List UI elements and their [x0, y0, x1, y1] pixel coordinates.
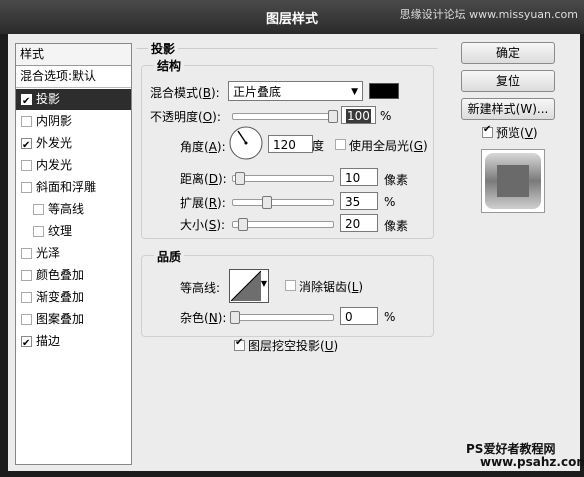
size-label: 大小(S):	[180, 218, 226, 232]
contour-checkbox[interactable]	[33, 204, 44, 215]
noise-input[interactable]: 0	[340, 307, 378, 325]
satin-checkbox[interactable]	[21, 248, 32, 259]
distance-slider[interactable]	[232, 175, 334, 182]
bevel-emboss-checkbox[interactable]	[21, 182, 32, 193]
texture-checkbox[interactable]	[33, 226, 44, 237]
distance-input[interactable]: 10	[340, 168, 378, 186]
style-item-contour[interactable]: 等高线	[16, 199, 131, 220]
angle-dial[interactable]	[229, 126, 263, 160]
style-item-outer-glow[interactable]: 外发光	[16, 133, 131, 156]
drop-shadow-checkbox[interactable]	[21, 91, 32, 112]
antialias-checkbox[interactable]	[285, 280, 296, 291]
global-light-checkbox[interactable]	[335, 139, 346, 150]
noise-slider-thumb[interactable]	[230, 311, 240, 324]
shadow-color-swatch[interactable]	[369, 83, 399, 99]
style-item-inner-glow[interactable]: 内发光	[16, 155, 131, 176]
quality-title: 品质	[154, 248, 185, 265]
styles-list: 样式 混合选项:默认 投影 内阴影 外发光 内发光 斜面和浮雕 等高线	[15, 43, 132, 465]
spread-input[interactable]: 35	[340, 192, 378, 210]
contour-label: 等高线:	[180, 281, 221, 295]
style-item-drop-shadow[interactable]: 投影	[16, 89, 131, 112]
stroke-checkbox[interactable]	[21, 333, 32, 354]
new-style-button[interactable]: 新建样式(W)...	[461, 98, 555, 120]
title-bar: 图层样式 思缘设计论坛 www.missyuan.com	[0, 0, 584, 34]
preview-label: 预览(V)	[496, 126, 538, 140]
gradient-overlay-checkbox[interactable]	[21, 292, 32, 303]
structure-title: 结构	[154, 57, 185, 74]
outer-glow-checkbox[interactable]	[21, 135, 32, 156]
preview-checkbox[interactable]	[482, 124, 493, 138]
size-input[interactable]: 20	[340, 214, 378, 232]
size-unit: 像素	[384, 219, 409, 233]
style-item-gradient-overlay[interactable]: 渐变叠加	[16, 287, 131, 308]
style-item-texture[interactable]: 纹理	[16, 221, 131, 242]
opacity-slider-thumb[interactable]	[328, 110, 338, 123]
style-item-inner-shadow[interactable]: 内阴影	[16, 111, 131, 132]
styles-header[interactable]: 样式	[16, 44, 131, 66]
pattern-overlay-checkbox[interactable]	[21, 314, 32, 325]
opacity-unit: %	[380, 109, 392, 123]
reset-button[interactable]: 复位	[461, 70, 555, 92]
distance-label: 距离(D):	[180, 172, 227, 186]
drop-shadow-title: 投影	[148, 40, 179, 57]
angle-dial-icon	[229, 126, 263, 160]
angle-label: 角度(A):	[180, 140, 226, 154]
distance-slider-thumb[interactable]	[235, 172, 245, 185]
chevron-down-icon: ▼	[260, 279, 267, 288]
opacity-input[interactable]: 100	[341, 106, 376, 124]
angle-unit: 度	[312, 139, 325, 153]
style-item-stroke[interactable]: 描边	[16, 331, 131, 354]
size-slider-thumb[interactable]	[238, 218, 248, 231]
inner-glow-checkbox[interactable]	[21, 160, 32, 171]
color-overlay-checkbox[interactable]	[21, 270, 32, 281]
opacity-label: 不透明度(O):	[150, 110, 221, 124]
contour-preview-icon	[231, 271, 261, 301]
angle-input[interactable]: 120	[268, 135, 313, 153]
style-item-color-overlay[interactable]: 颜色叠加	[16, 265, 131, 286]
blend-options-item[interactable]: 混合选项:默认	[16, 66, 131, 88]
style-item-pattern-overlay[interactable]: 图案叠加	[16, 309, 131, 330]
preview-thumbnail	[485, 153, 541, 209]
knockout-checkbox[interactable]	[234, 337, 245, 351]
blend-mode-select[interactable]: 正片叠底 ▼	[228, 81, 363, 101]
chevron-down-icon: ▼	[351, 87, 358, 97]
header-watermark: 思缘设计论坛 www.missyuan.com	[399, 8, 578, 21]
footer-watermark-line2: www.psahz.com	[480, 455, 584, 469]
noise-label: 杂色(N):	[180, 311, 227, 325]
layer-style-dialog: 样式 混合选项:默认 投影 内阴影 外发光 内发光 斜面和浮雕 等高线	[8, 34, 584, 471]
blend-mode-label: 混合模式(B):	[150, 86, 220, 100]
knockout-label: 图层挖空投影(U)	[248, 339, 339, 353]
inner-shadow-checkbox[interactable]	[21, 116, 32, 127]
antialias-label: 消除锯齿(L)	[299, 280, 364, 294]
opacity-slider[interactable]	[232, 113, 334, 120]
spread-slider-thumb[interactable]	[262, 196, 272, 209]
style-preview	[481, 149, 545, 213]
spread-unit: %	[384, 195, 396, 209]
style-item-satin[interactable]: 光泽	[16, 243, 131, 264]
noise-slider[interactable]	[232, 314, 334, 321]
style-item-bevel-emboss[interactable]: 斜面和浮雕	[16, 177, 131, 198]
ok-button[interactable]: 确定	[461, 42, 555, 64]
noise-unit: %	[384, 310, 396, 324]
spread-slider[interactable]	[232, 199, 334, 206]
global-light-label: 使用全局光(G)	[349, 139, 428, 153]
spread-label: 扩展(R):	[180, 196, 226, 210]
contour-picker[interactable]: ▼	[229, 269, 269, 303]
distance-unit: 像素	[384, 173, 409, 187]
